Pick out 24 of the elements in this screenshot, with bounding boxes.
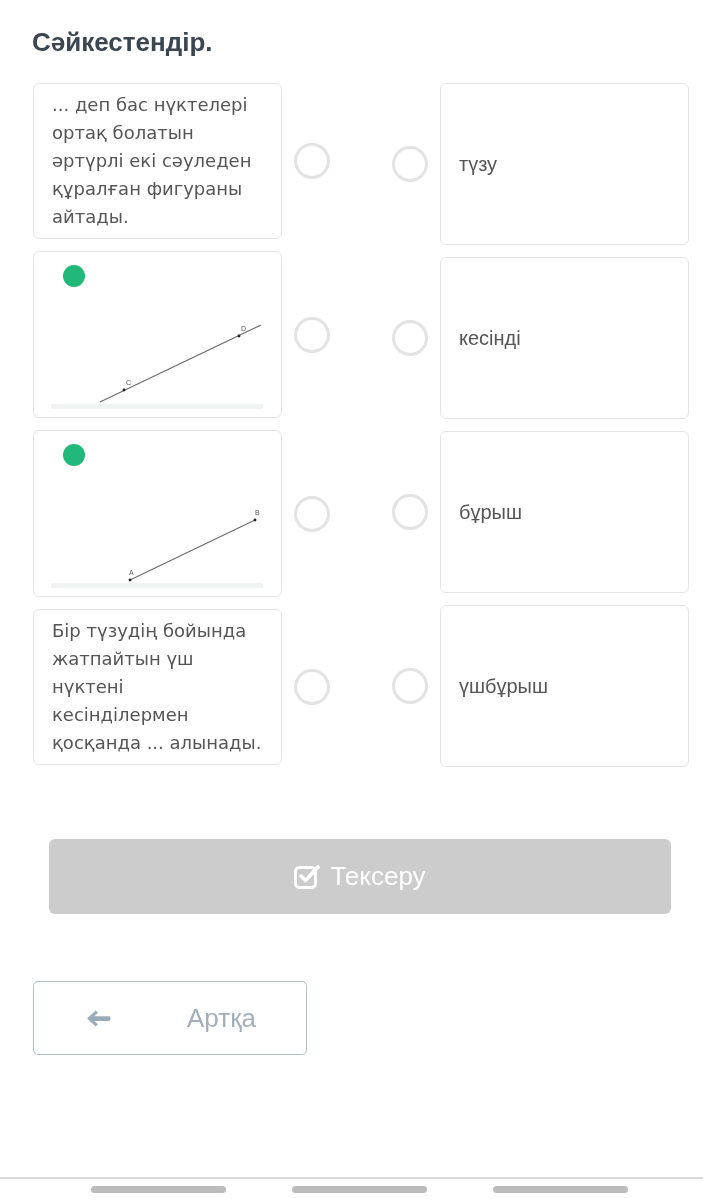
point-icon xyxy=(237,334,241,338)
check-square-icon xyxy=(294,863,321,890)
statement-card: Бір түзудің бойында жатпайтын үш нүктені кесінділермен қосқанда ... алынады. xyxy=(33,609,282,765)
statement-card: ... деп бас нүктелері ортақ болатын әртүрлі екі сәуледен құралған фигураны айтады. xyxy=(33,83,282,239)
point-icon xyxy=(128,578,132,582)
back-button[interactable]: Артқа xyxy=(33,981,307,1055)
point-icon xyxy=(253,518,257,522)
radio-button[interactable] xyxy=(392,494,428,530)
radio-button[interactable] xyxy=(294,316,330,353)
logo-badge-icon xyxy=(63,265,85,287)
radio-button[interactable] xyxy=(294,669,330,705)
logo-badge-icon xyxy=(63,444,85,466)
answer-text: бұрыш xyxy=(459,500,522,525)
radio-button[interactable] xyxy=(392,146,428,182)
task-title: Сәйкестендір. xyxy=(32,26,213,59)
answer-text: кесінді xyxy=(459,326,521,351)
answer-text: үшбұрыш xyxy=(459,674,549,699)
arrow-left-icon xyxy=(86,1008,111,1028)
radio-button[interactable] xyxy=(392,320,428,356)
answer-text: түзу xyxy=(459,152,498,177)
radio-button[interactable] xyxy=(294,495,330,532)
point-icon xyxy=(122,388,126,392)
radio-button[interactable] xyxy=(294,143,330,179)
radio-button[interactable] xyxy=(392,668,428,704)
